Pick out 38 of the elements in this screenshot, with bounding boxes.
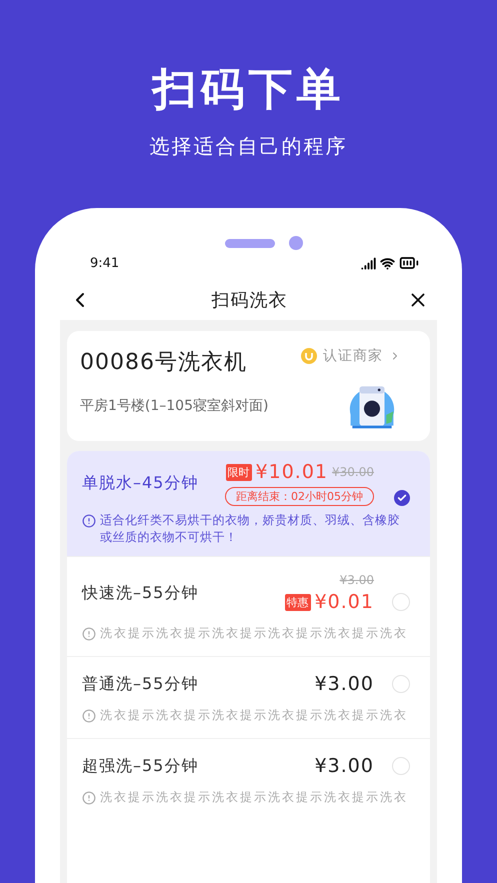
- program-name: 单脱水–45分钟: [82, 473, 200, 494]
- program-note: 洗衣提示洗衣提示洗衣提示洗衣提示洗衣提示洗衣: [100, 707, 408, 724]
- info-icon: [82, 791, 96, 805]
- machine-address: 平房1号楼(1–105寝室斜对面): [80, 397, 270, 415]
- radio-button[interactable]: [392, 757, 410, 775]
- promo-tag: 特惠: [284, 594, 311, 610]
- headline: 扫码下单: [152, 63, 344, 117]
- original-price: ¥30.00: [332, 465, 374, 479]
- speaker-pill: [224, 238, 274, 248]
- page-title: 扫码洗衣: [212, 289, 288, 312]
- price: ¥0.01: [314, 591, 374, 613]
- price: ¥3.00: [314, 755, 374, 777]
- info-icon: [82, 709, 96, 723]
- original-price: ¥3.00: [340, 573, 374, 587]
- subtitle: 选择适合自己的程序: [150, 133, 348, 160]
- wifi-icon: [380, 256, 395, 270]
- program-name: 快速洗–55分钟: [82, 582, 200, 604]
- signal-icon: [361, 256, 376, 270]
- program-note: 洗衣提示洗衣提示洗衣提示洗衣提示洗衣提示洗衣: [100, 625, 408, 642]
- radio-button[interactable]: [392, 593, 410, 611]
- info-icon: [82, 627, 96, 641]
- radio-button[interactable]: [394, 490, 410, 506]
- certified-icon: [301, 348, 317, 364]
- program-option[interactable]: 单脱水–45分钟 限时 ¥10.01 ¥30.00 距离结束：02小时05分钟 适合化纤类不易烘干的衣物，娇贵材质、羽绒、含橡胶或丝质的衣物不可烘干！: [67, 451, 430, 556]
- promo-tag: 限时: [226, 464, 252, 480]
- program-name: 超强洗–55分钟: [82, 756, 200, 776]
- program-note: 适合化纤类不易烘干的衣物，娇贵材质、羽绒、含橡胶或丝质的衣物不可烘干！: [100, 512, 401, 546]
- camera-dot: [288, 236, 302, 250]
- radio-button[interactable]: [392, 675, 410, 693]
- price: ¥10.01: [256, 461, 328, 483]
- check-icon: [397, 493, 407, 503]
- status-time: 9:41: [90, 256, 120, 270]
- info-icon: [82, 514, 96, 528]
- program-note: 洗衣提示洗衣提示洗衣提示洗衣提示洗衣提示洗衣: [100, 789, 408, 806]
- countdown-badge: 距离结束：02小时05分钟: [225, 487, 374, 506]
- program-name: 普通洗–55分钟: [82, 674, 200, 694]
- price: ¥3.00: [314, 673, 374, 695]
- machine-name: 00086号洗衣机: [80, 349, 248, 377]
